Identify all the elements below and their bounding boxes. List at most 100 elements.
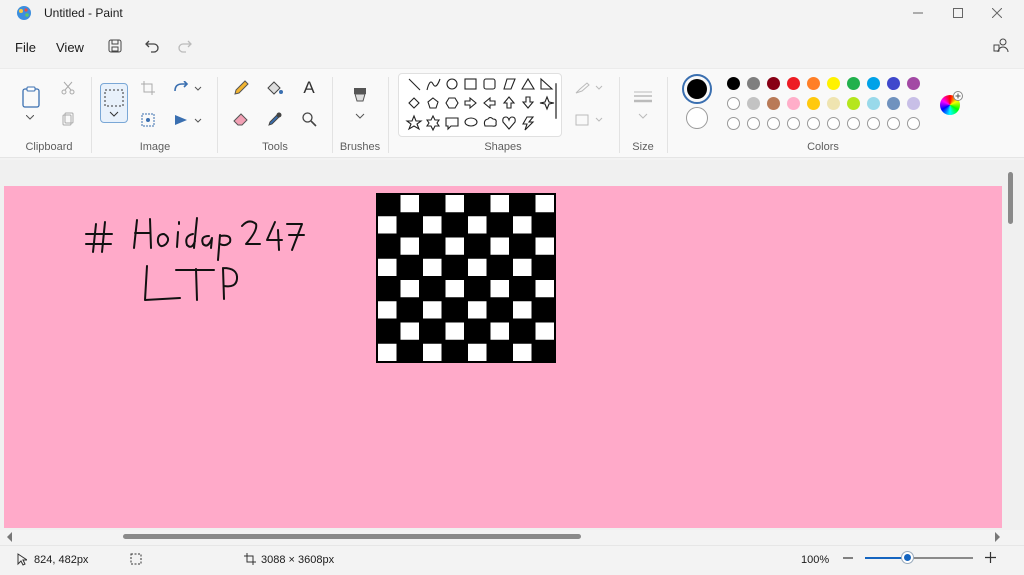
clipboard-icon [22,86,40,108]
color-swatch[interactable] [907,77,920,90]
maximize-button[interactable] [938,0,978,26]
color-swatch[interactable] [747,77,760,90]
checker-square [423,301,442,319]
right-triangle-shape-icon [540,77,554,90]
color-picker-button[interactable] [264,110,286,128]
custom-color-slot[interactable] [887,117,900,130]
scroll-left-icon[interactable] [6,532,14,542]
custom-color-slot[interactable] [747,117,760,130]
color-swatch[interactable] [807,97,820,110]
hash-stroke [85,221,113,253]
zoom-slider-thumb[interactable] [902,552,913,563]
undo-button[interactable] [141,37,163,55]
file-menu[interactable]: File [15,40,36,55]
color-swatch[interactable] [727,77,740,90]
color-swatch[interactable] [847,97,860,110]
custom-color-slot[interactable] [867,117,880,130]
color-swatch[interactable] [867,97,880,110]
checker-square [513,216,532,234]
color-swatch[interactable] [787,97,800,110]
five-point-star-shape-icon [405,114,423,131]
custom-color-slot[interactable] [807,117,820,130]
primary-color[interactable] [682,74,712,104]
account-button[interactable] [990,36,1012,54]
color-swatch[interactable] [767,77,780,90]
six-point-star-shape-icon [425,114,441,132]
magnifier-icon [302,112,317,127]
cut-button[interactable] [58,79,78,97]
save-button[interactable] [104,37,126,55]
digit-7-stroke [286,223,305,251]
eraser-button[interactable] [230,110,252,128]
text-button[interactable]: A [298,78,320,97]
secondary-color[interactable] [686,107,708,129]
oval-shape-icon [446,78,458,90]
left-arrow-shape-icon [483,96,496,110]
checker-square [400,195,419,213]
rotate-button[interactable] [172,79,204,97]
color-swatch[interactable] [727,97,740,110]
pencil-button[interactable] [230,79,252,97]
paste-dropdown[interactable] [22,111,38,123]
color-swatch[interactable] [827,77,840,90]
color-swatch[interactable] [847,77,860,90]
ribbon-separator [667,77,668,153]
color-swatch[interactable] [887,97,900,110]
select-button[interactable] [100,83,128,123]
shapes-scrollbar[interactable] [555,83,557,119]
color-swatch[interactable] [767,97,780,110]
image-select-button[interactable] [138,111,158,129]
window-title: Untitled - Paint [44,6,123,20]
size-button[interactable] [630,85,656,123]
ribbon-separator [217,77,218,153]
minimize-button[interactable] [898,0,938,26]
custom-color-slot[interactable] [847,117,860,130]
scroll-right-icon[interactable] [993,532,1001,542]
custom-color-slot[interactable] [767,117,780,130]
checker-square [513,258,532,276]
checker-square [400,322,419,340]
redo-button[interactable] [174,37,196,55]
checker-square [378,301,397,319]
zoom-slider[interactable] [865,552,973,563]
custom-color-slot[interactable] [727,117,740,130]
zoom-in-icon[interactable] [985,552,996,563]
title-bar: Untitled - Paint [0,0,1024,28]
horizontal-scrollbar[interactable] [123,534,581,539]
color-swatch[interactable] [807,77,820,90]
drawing-canvas[interactable] [4,186,1002,528]
color-swatch[interactable] [827,97,840,110]
redo-icon [178,40,192,53]
brushes-button[interactable] [348,85,372,123]
text-icon: A [303,78,315,97]
custom-color-slot[interactable] [907,117,920,130]
view-menu[interactable]: View [56,40,84,55]
edit-colors-button[interactable] [940,91,963,115]
paste-button[interactable] [18,83,44,111]
shape-outline-button[interactable] [572,79,606,97]
polygon-shape-icon [503,78,516,90]
color-swatch[interactable] [907,97,920,110]
vertical-scrollbar[interactable] [1008,172,1013,224]
custom-color-slot[interactable] [787,117,800,130]
custom-color-slot[interactable] [827,117,840,130]
crop-button[interactable] [138,79,158,97]
down-arrow-shape-icon [521,96,535,109]
color-swatch[interactable] [887,77,900,90]
color-swatch[interactable] [787,77,800,90]
primary-color-swatch [687,79,707,99]
color-swatch[interactable] [867,77,880,90]
checker-square [400,237,419,255]
flip-button[interactable] [172,111,204,129]
checker-square [490,195,509,213]
copy-button[interactable] [58,110,78,128]
color-swatch[interactable] [747,97,760,110]
magnifier-button[interactable] [298,110,320,128]
selection-rectangle-icon [104,89,124,117]
fill-button[interactable] [264,79,286,97]
zoom-out-icon[interactable] [843,556,853,560]
line-size-icon [634,91,652,119]
close-button[interactable] [977,0,1017,26]
ribbon-separator [388,77,389,153]
shape-fill-button[interactable] [572,111,606,129]
